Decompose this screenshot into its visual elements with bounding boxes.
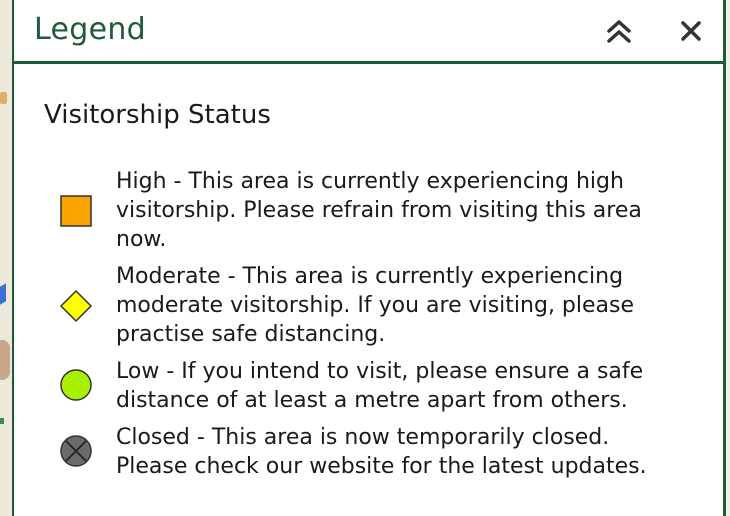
collapse-button[interactable] [602, 14, 636, 48]
legend-item-low: Low - If you intend to visit, please ens… [44, 357, 684, 417]
section-title: Visitorship Status [44, 100, 271, 130]
legend-header: Legend [14, 0, 723, 64]
close-button[interactable] [674, 14, 708, 48]
close-icon [681, 21, 701, 41]
legend-item-high: High - This area is currently experienci… [44, 167, 684, 257]
legend-item-label: Low - If you intend to visit, please ens… [116, 359, 644, 413]
green-circle-icon [56, 365, 96, 405]
map-feature [0, 92, 7, 104]
legend-item-closed: Closed - This area is now temporarily cl… [44, 423, 684, 483]
legend-item-label: High - This area is currently experienci… [116, 169, 642, 252]
map-background [0, 0, 12, 516]
legend-title: Legend [34, 12, 147, 47]
legend-item-moderate: Moderate - This area is currently experi… [44, 262, 684, 352]
yellow-diamond-icon [56, 286, 96, 326]
grey-circle-x-icon [56, 431, 96, 471]
legend-panel: Legend Visitorship Status High - This ar… [12, 0, 726, 516]
orange-square-icon [56, 191, 96, 231]
double-chevron-up-icon [607, 20, 631, 43]
map-feature [0, 418, 4, 424]
legend-item-label: Closed - This area is now temporarily cl… [116, 425, 647, 479]
map-feature [0, 283, 6, 305]
legend-item-label: Moderate - This area is currently experi… [116, 264, 635, 347]
map-feature [0, 340, 10, 380]
